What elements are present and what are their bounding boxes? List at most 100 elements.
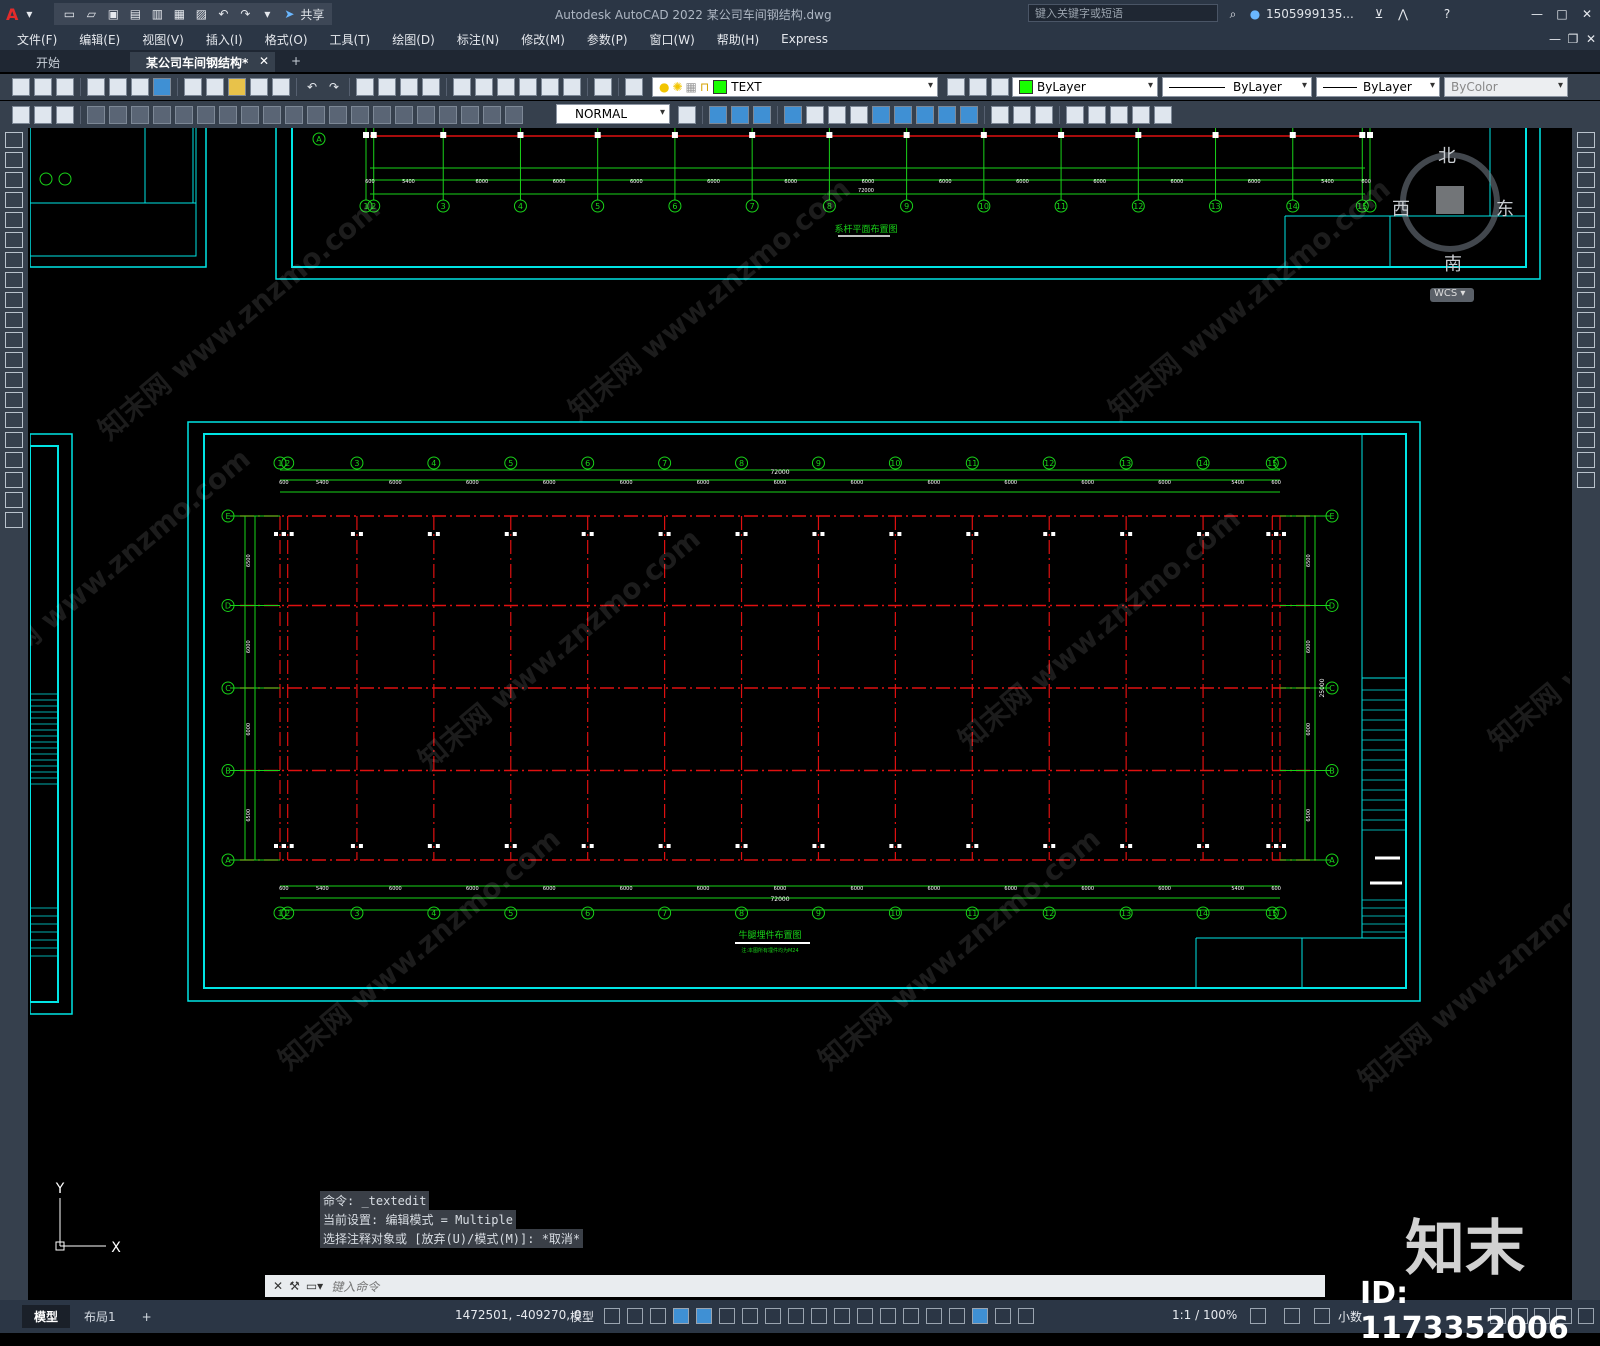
menu-format[interactable]: 格式(O): [254, 31, 319, 48]
plot-preview-icon[interactable]: [109, 78, 127, 96]
object-snap-icon[interactable]: [788, 1308, 804, 1324]
tab-drawing[interactable]: 某公司车间钢结构* ✕: [130, 52, 275, 72]
aligned-dimension-icon[interactable]: [109, 105, 127, 124]
union-icon[interactable]: [709, 105, 727, 124]
zoom-window-icon[interactable]: [400, 78, 418, 96]
toolbar-2-icon[interactable]: [34, 105, 52, 124]
baseline-icon[interactable]: [285, 105, 303, 124]
intersect-icon[interactable]: [753, 105, 771, 124]
minimize-icon[interactable]: —: [1529, 6, 1545, 22]
erase-icon[interactable]: [1577, 132, 1595, 148]
tab-close-icon[interactable]: ✕: [259, 54, 269, 68]
menu-file[interactable]: 文件(F): [6, 31, 68, 48]
units-value[interactable]: 小数: [1338, 1308, 1362, 1325]
check-icon[interactable]: [872, 105, 890, 124]
subtract-icon[interactable]: [731, 105, 749, 124]
explode-icon[interactable]: [1577, 472, 1595, 488]
insert-block-icon[interactable]: [1066, 105, 1084, 124]
snap-icon[interactable]: [627, 1308, 643, 1324]
menu-insert[interactable]: 插入(I): [195, 31, 254, 48]
block-editor-icon[interactable]: [272, 78, 290, 96]
publish-icon[interactable]: [131, 78, 149, 96]
copy-object-icon[interactable]: [1577, 152, 1595, 168]
ortho-icon[interactable]: [696, 1308, 712, 1324]
viewport-freeze-icon[interactable]: ▦: [686, 80, 697, 94]
app-menu-chevron-icon[interactable]: ▾: [21, 6, 37, 22]
zoom-realtime-icon[interactable]: [378, 78, 396, 96]
separate-icon[interactable]: [828, 105, 846, 124]
radius-icon[interactable]: [175, 105, 193, 124]
paste-icon[interactable]: [228, 78, 246, 96]
quick-dimension-icon[interactable]: [263, 105, 281, 124]
line-icon[interactable]: [5, 132, 23, 148]
break-at-point-icon[interactable]: [1577, 352, 1595, 368]
plotstyle-dropdown[interactable]: ByColor ▾: [1444, 77, 1568, 97]
annotation-visibility-icon[interactable]: [972, 1308, 988, 1324]
scale-icon[interactable]: [1577, 272, 1595, 288]
polygon-icon[interactable]: [5, 192, 23, 208]
layer-state-icon[interactable]: [991, 78, 1009, 96]
menu-parametric[interactable]: 参数(P): [576, 31, 639, 48]
make-block-icon[interactable]: [5, 372, 23, 388]
shell-icon[interactable]: [850, 105, 868, 124]
plot-icon[interactable]: ▨: [193, 6, 209, 22]
model-space-button[interactable]: 模型: [570, 1308, 594, 1325]
open-icon[interactable]: [34, 78, 52, 96]
toolbar-1-icon[interactable]: [12, 105, 30, 124]
dimension-space-icon[interactable]: [329, 105, 347, 124]
autocad-logo-icon[interactable]: A: [6, 5, 18, 24]
layer-dropdown[interactable]: ● ✺ ▦ ⊓ TEXT ▾: [652, 77, 938, 97]
move-faces-icon[interactable]: [938, 105, 956, 124]
lineweight-icon[interactable]: [811, 1308, 827, 1324]
blend-icon[interactable]: [1577, 452, 1595, 468]
object-snap-tracking-icon[interactable]: [765, 1308, 781, 1324]
offset-faces-icon[interactable]: [960, 105, 978, 124]
copy-icon[interactable]: [206, 78, 224, 96]
toolbar-3-icon[interactable]: [56, 105, 74, 124]
mirror-icon[interactable]: [1577, 172, 1595, 188]
gizmo-icon[interactable]: [949, 1308, 965, 1324]
doc-restore-icon[interactable]: ❐: [1565, 31, 1581, 47]
match-properties-icon[interactable]: [250, 78, 268, 96]
menu-dimension[interactable]: 标注(N): [446, 31, 510, 48]
attach-xref-icon[interactable]: [1088, 105, 1106, 124]
rotate-icon[interactable]: [1577, 252, 1595, 268]
user-name[interactable]: 1505999135...: [1266, 7, 1354, 21]
make-current-icon[interactable]: [947, 78, 965, 96]
lights-icon[interactable]: [1035, 105, 1053, 124]
offset-icon[interactable]: [1577, 192, 1595, 208]
markup-icon[interactable]: [541, 78, 559, 96]
dimension-edit-icon[interactable]: [461, 105, 479, 124]
open-file-icon[interactable]: ▱: [83, 6, 99, 22]
sheet-set-icon[interactable]: [519, 78, 537, 96]
polar-icon[interactable]: [719, 1308, 735, 1324]
polyline-icon[interactable]: [5, 172, 23, 188]
calculator-icon[interactable]: [563, 78, 581, 96]
customize-chevron-icon[interactable]: ▾: [259, 6, 275, 22]
zoom-previous-icon[interactable]: [422, 78, 440, 96]
workspace-gear-icon[interactable]: [1250, 1308, 1266, 1324]
color-faces-icon[interactable]: [894, 105, 912, 124]
command-input[interactable]: 键入命令: [331, 1278, 379, 1295]
rectangle-icon[interactable]: [5, 212, 23, 228]
auto-scale-icon[interactable]: [995, 1308, 1011, 1324]
mtext-icon[interactable]: [5, 492, 23, 508]
layer-previous-icon[interactable]: [969, 78, 987, 96]
layout-tab-1[interactable]: 布局1: [72, 1305, 128, 1328]
color-dropdown[interactable]: ByLayer ▾: [1012, 77, 1158, 97]
viewcube-south[interactable]: 南: [1444, 250, 1462, 276]
help-icon[interactable]: ?: [1439, 6, 1455, 22]
imprint-icon[interactable]: [806, 105, 824, 124]
tab-start[interactable]: 开始: [20, 52, 130, 72]
save-icon[interactable]: [56, 78, 74, 96]
hatch-icon[interactable]: [5, 412, 23, 428]
redo-icon[interactable]: ↷: [326, 79, 342, 95]
revision-cloud-icon[interactable]: [5, 272, 23, 288]
isodraft-icon[interactable]: [742, 1308, 758, 1324]
refclose-icon[interactable]: [1154, 105, 1172, 124]
infer-constraints-icon[interactable]: [650, 1308, 666, 1324]
point-icon[interactable]: [5, 392, 23, 408]
break-icon[interactable]: [1577, 372, 1595, 388]
gradient-icon[interactable]: [5, 432, 23, 448]
annotation-monitor-icon[interactable]: [1284, 1308, 1300, 1324]
